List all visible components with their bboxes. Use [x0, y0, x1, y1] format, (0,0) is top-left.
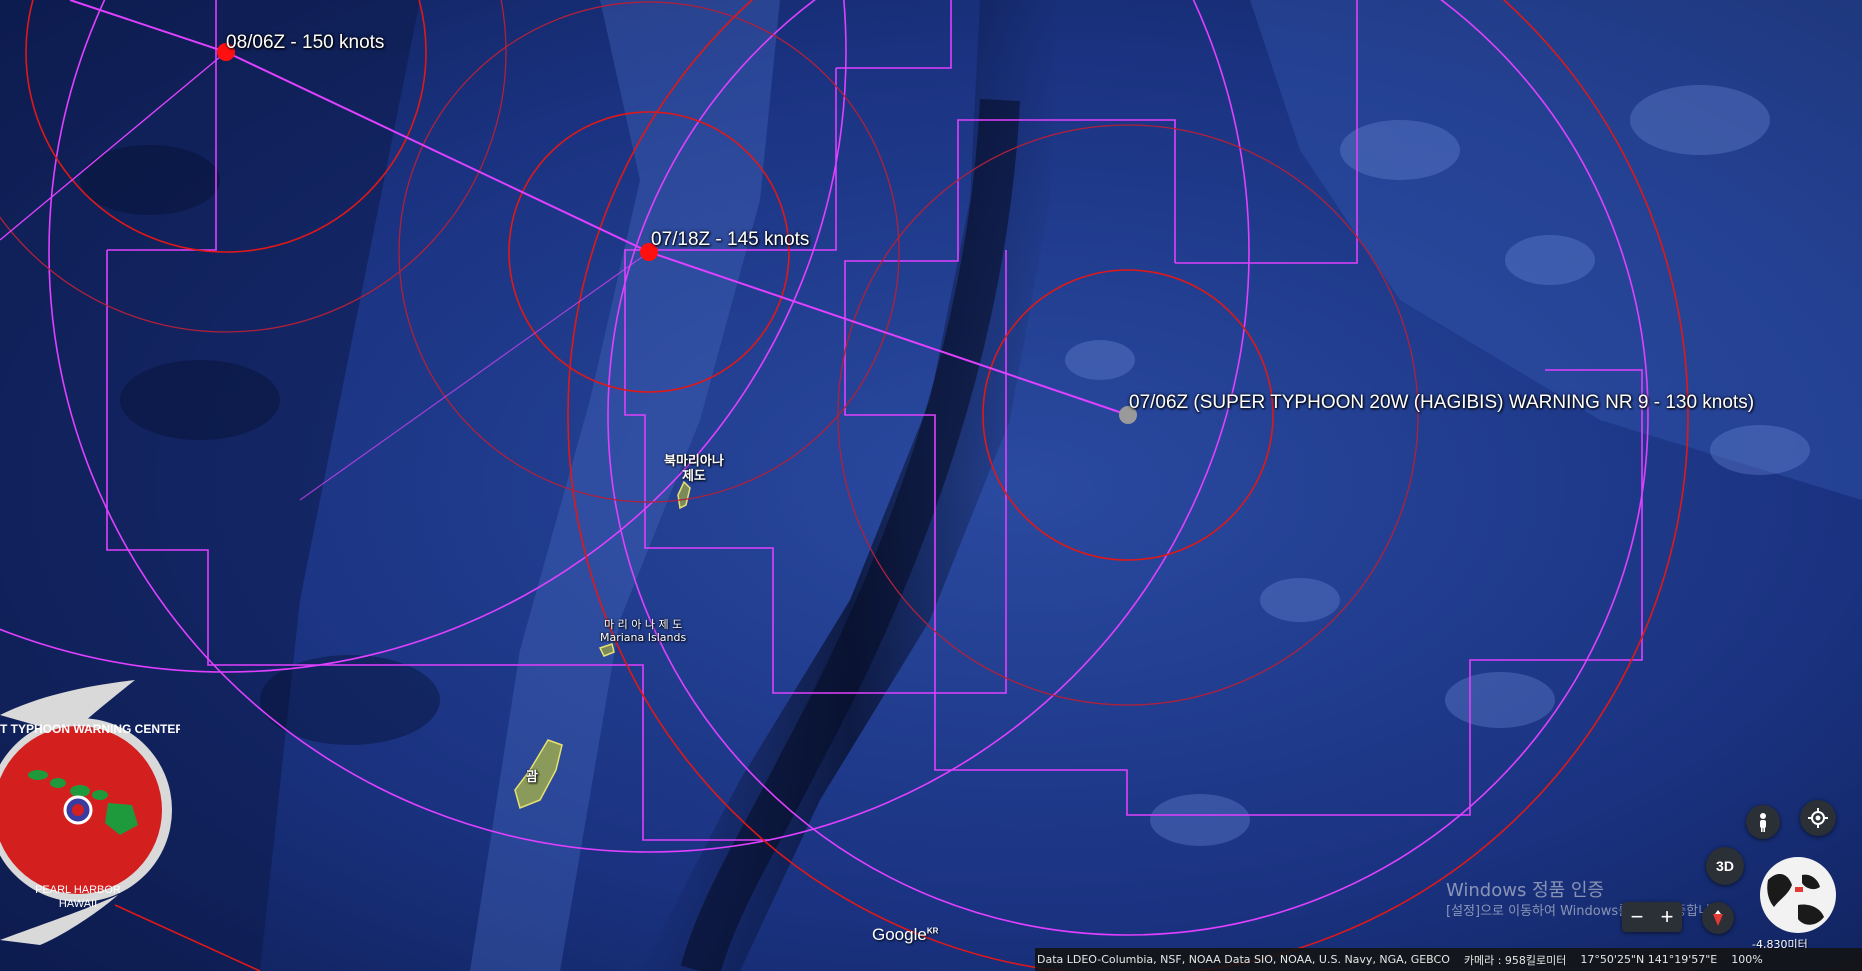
wind-circle-forecast-large	[48, 0, 1250, 853]
globe-viewport-marker	[1795, 887, 1803, 892]
typhoon-warning-overlay	[0, 0, 1689, 971]
compass-needle-icon	[1713, 910, 1723, 926]
forecast-label-07-18z[interactable]: 07/18Z - 145 knots	[651, 229, 809, 251]
red-radius-current-outer	[567, 0, 1689, 971]
wind-circle-current-outer	[607, 0, 1649, 936]
jtwc-logo: JOINT TYPHOON WARNING CENTER PEARL HARBO…	[0, 680, 180, 945]
pegman-icon	[1760, 813, 1766, 832]
google-logo-text: Google	[872, 925, 927, 944]
current-warning-label[interactable]: 07/06Z (SUPER TYPHOON 20W (HAGIBIS) WARN…	[1129, 392, 1754, 414]
wind-circle-far	[0, 0, 847, 673]
zoom-controls: − +	[1622, 902, 1682, 932]
windows-activation-title: Windows 정품 인증	[1446, 880, 1605, 901]
zoom-percentage: 100%	[1731, 953, 1763, 966]
north-mariana-label-line2: 제도	[681, 469, 706, 484]
north-mariana-label: 북마리아나 제도	[664, 454, 724, 484]
globe-minimap[interactable]	[1758, 855, 1838, 935]
mariana-islands-label-en: Mariana Islands	[600, 631, 687, 644]
data-attribution: Data LDEO-Columbia, NSF, NOAA Data SIO, …	[1037, 953, 1450, 966]
google-logo: GoogleKR	[872, 925, 938, 945]
wind-radius-box-forecast-1	[624, 0, 1007, 694]
zoom-out-button[interactable]: −	[1622, 902, 1652, 932]
jtwc-logo-arc-text: JOINT TYPHOON WARNING CENTER	[0, 722, 180, 736]
forecast-label-08-06z[interactable]: 08/06Z - 150 knots	[226, 32, 384, 54]
google-logo-region: KR	[926, 926, 939, 936]
mariana-islands-label: 마 리 아 나 제 도 Mariana Islands	[600, 618, 686, 644]
three-d-button[interactable]: 3D	[1706, 847, 1744, 885]
compass-button[interactable]	[1702, 902, 1734, 934]
north-mariana-label-line1: 북마리아나	[664, 454, 724, 469]
zoom-in-button[interactable]: +	[1652, 902, 1682, 932]
jtwc-logo-line2: HAWAII	[59, 898, 97, 910]
mariana-islands-label-kr: 마 리 아 나 제 도	[604, 618, 683, 631]
storm-track-line	[69, 0, 1129, 416]
jtwc-logo-line1: PEARL HARBOR	[35, 884, 121, 896]
guam-label: 괌	[526, 770, 538, 785]
status-bar: Data LDEO-Columbia, NSF, NOAA Data SIO, …	[1035, 948, 1862, 971]
camera-altitude: 카메라 : 958킬로미터	[1463, 953, 1567, 967]
street-view-button[interactable]	[1746, 805, 1780, 839]
cursor-coordinates: 17°50'25"N 141°19'57"E	[1580, 953, 1718, 966]
crosshair-icon	[1808, 808, 1828, 828]
my-location-button[interactable]	[1800, 800, 1836, 836]
windows-activation-subtitle: [설정]으로 이동하여 Windows를 정품 인증합니다.	[1446, 904, 1727, 919]
wind-radius-box-forecast-2	[106, 0, 770, 841]
